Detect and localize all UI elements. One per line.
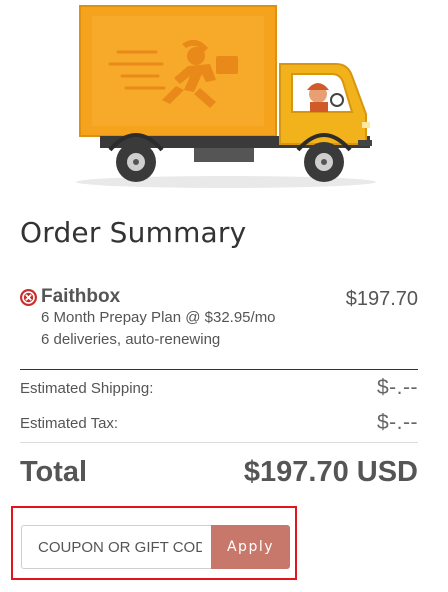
close-circle-icon	[22, 291, 35, 304]
item-deliveries: 6 deliveries, auto-renewing	[41, 331, 221, 348]
item-price: $197.70	[345, 288, 418, 310]
tax-value: $-.--	[377, 411, 418, 434]
tax-row: Estimated Tax: $-.--	[20, 411, 418, 435]
divider-light	[20, 442, 418, 443]
total-value: $197.70 USD	[243, 456, 418, 488]
item-name: Faithbox	[41, 286, 121, 307]
line-item: Faithbox 6 Month Prepay Plan @ $32.95/mo…	[20, 286, 418, 356]
shipping-row: Estimated Shipping: $-.--	[20, 376, 418, 400]
coupon-input[interactable]	[21, 525, 212, 569]
order-summary-title: Order Summary	[20, 216, 247, 249]
delivery-truck-illustration	[76, 5, 376, 188]
divider	[20, 369, 418, 370]
shipping-value: $-.--	[377, 376, 418, 399]
coupon-section: Apply	[11, 506, 297, 580]
shipping-label: Estimated Shipping:	[20, 380, 154, 397]
item-plan: 6 Month Prepay Plan @ $32.95/mo	[41, 309, 276, 326]
tax-label: Estimated Tax:	[20, 415, 119, 432]
apply-button[interactable]: Apply	[211, 525, 290, 569]
remove-item-button[interactable]	[20, 289, 37, 306]
total-label: Total	[20, 456, 88, 488]
